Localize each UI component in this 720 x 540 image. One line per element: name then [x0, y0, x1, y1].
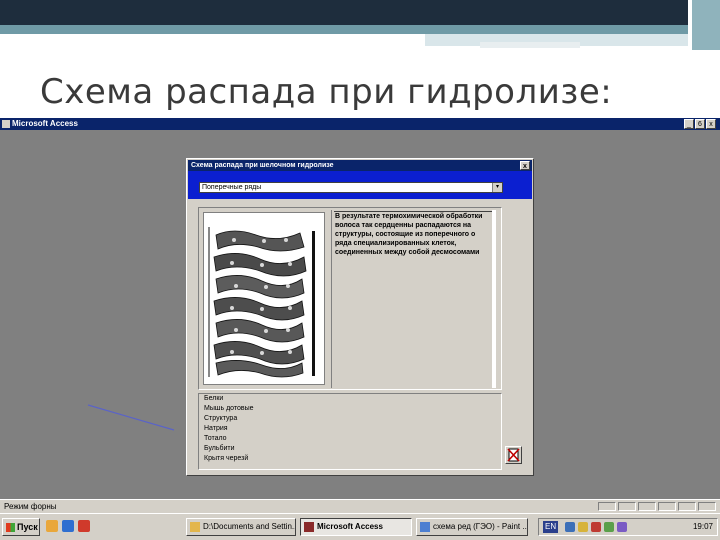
- form-close-button[interactable]: x: [520, 161, 530, 170]
- app-tray-icon[interactable]: [617, 522, 627, 532]
- paint-icon: [420, 521, 430, 532]
- access-app-icon: [2, 120, 10, 128]
- opera-icon[interactable]: [78, 520, 90, 532]
- microscopy-image: [203, 212, 325, 385]
- form-window: Схема распада при шелочном гидролизе x П…: [186, 158, 534, 476]
- quick-launch: [46, 520, 90, 532]
- structure-combobox[interactable]: Поперечные ряды ▾: [199, 182, 503, 193]
- restore-button[interactable]: 6: [695, 119, 705, 129]
- minimize-button[interactable]: _: [684, 119, 694, 129]
- start-button[interactable]: Пуск: [2, 518, 40, 536]
- status-text: Режим форны: [4, 502, 57, 511]
- desktop-icon[interactable]: [46, 520, 58, 532]
- network-icon[interactable]: [565, 522, 575, 532]
- slide-decor-corner: [692, 0, 720, 50]
- app-title-bar[interactable]: Microsoft Access _ 6 x: [0, 118, 720, 130]
- taskbar-item-label: Microsoft Access: [317, 522, 383, 531]
- windows-logo-icon: [6, 523, 15, 532]
- list-item[interactable]: Мышь дотовые: [199, 404, 501, 414]
- slide-top-band: [0, 0, 720, 25]
- content-panel: В результате термохимической обработки в…: [198, 207, 502, 390]
- taskbar: Пуск D:\Documents and Settin... Microsof…: [0, 513, 720, 540]
- exit-button[interactable]: [505, 446, 522, 464]
- description-text: В результате термохимической обработки в…: [335, 213, 483, 256]
- start-label: Пуск: [17, 522, 38, 532]
- antivirus-icon[interactable]: [591, 522, 601, 532]
- clock: 19:07: [692, 522, 713, 531]
- slide-title: Схема распада при гидролизе:: [40, 72, 613, 112]
- status-bar: Режим форны: [0, 499, 720, 513]
- taskbar-item-explorer[interactable]: D:\Documents and Settin...: [186, 518, 296, 536]
- update-icon[interactable]: [604, 522, 614, 532]
- component-list: Белки Мышь дотовые Структура Натрия Тота…: [198, 393, 502, 470]
- status-indicators: [598, 502, 716, 511]
- form-title: Схема распада при шелочном гидролизе: [191, 162, 334, 169]
- combobox-dropdown-button[interactable]: ▾: [492, 183, 502, 192]
- app-window-controls: _ 6 x: [684, 119, 716, 129]
- system-tray: EN 19:07: [538, 518, 718, 536]
- browser-icon[interactable]: [62, 520, 74, 532]
- list-item[interactable]: Тотало: [199, 434, 501, 444]
- exit-door-icon: [507, 448, 520, 462]
- volume-icon[interactable]: [578, 522, 588, 532]
- hair-structure-illustration: [204, 213, 324, 384]
- form-header-panel: Поперечные ряды ▾: [188, 171, 532, 199]
- list-item[interactable]: Бульбити: [199, 444, 501, 454]
- language-indicator[interactable]: EN: [543, 521, 559, 533]
- close-button[interactable]: x: [706, 119, 716, 129]
- folder-icon: [190, 521, 200, 532]
- combobox-value: Поперечные ряды: [202, 183, 262, 192]
- slide-top-stripe: [0, 25, 720, 34]
- description-scroll-edge: [492, 210, 496, 388]
- tray-icons: [565, 522, 627, 532]
- taskbar-item-label: D:\Documents and Settin...: [203, 522, 296, 531]
- list-item[interactable]: Крытя черезй: [199, 454, 501, 464]
- taskbar-item-label: схема ред (ГЭО) - Paint ...: [433, 522, 528, 531]
- list-item[interactable]: Натрия: [199, 424, 501, 434]
- slide-decor-line-2: [480, 42, 580, 48]
- app-title: Microsoft Access: [12, 119, 78, 128]
- form-title-bar[interactable]: Схема распада при шелочном гидролизе x: [188, 160, 532, 171]
- taskbar-item-paint[interactable]: схема ред (ГЭО) - Paint ...: [416, 518, 528, 536]
- list-item[interactable]: Белки: [199, 394, 501, 404]
- access-icon: [304, 521, 314, 532]
- list-item[interactable]: Структура: [199, 414, 501, 424]
- taskbar-item-access[interactable]: Microsoft Access: [300, 518, 412, 536]
- description-panel: В результате термохимической обработки в…: [331, 210, 496, 388]
